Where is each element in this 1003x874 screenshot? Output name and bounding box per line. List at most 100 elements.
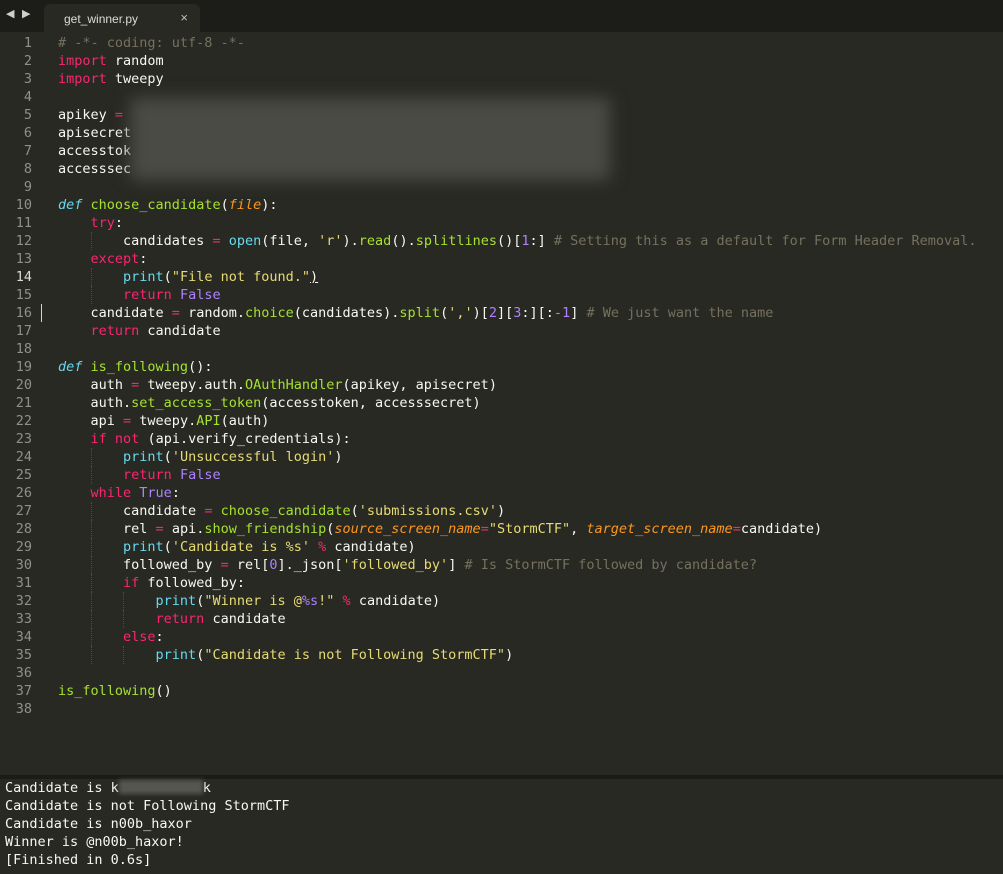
code-line[interactable]: print('Unsuccessful login') bbox=[58, 448, 342, 466]
code-line[interactable]: import random bbox=[58, 52, 164, 70]
code-token: apikey bbox=[58, 107, 115, 123]
code-line[interactable]: except: bbox=[58, 250, 148, 268]
code-token: False bbox=[179, 287, 221, 303]
modified-line-marker bbox=[41, 304, 42, 322]
code-token: "Winner is @ bbox=[204, 593, 302, 609]
console-line: Candidate is not Following StormCTF bbox=[5, 798, 290, 814]
code-token: ',' bbox=[448, 305, 473, 321]
code-token: (file, bbox=[261, 233, 319, 249]
code-line[interactable]: candidate = random.choice(candidates).sp… bbox=[58, 304, 774, 322]
code-line[interactable]: candidate = choose_candidate('submission… bbox=[58, 502, 505, 520]
code-line[interactable]: rel = api.show_friendship(source_screen_… bbox=[58, 520, 822, 538]
code-line[interactable]: print("Winner is @%s!" % candidate) bbox=[58, 592, 441, 610]
line-number: 4 bbox=[23, 89, 32, 105]
code-token: candidate) bbox=[350, 593, 441, 609]
code-line[interactable]: apikey = bbox=[58, 106, 123, 124]
code-token: rel bbox=[58, 521, 156, 537]
code-token: (auth) bbox=[220, 413, 270, 429]
code-line[interactable]: print("File not found.") bbox=[58, 268, 318, 286]
code-token: show_friendship bbox=[204, 521, 327, 537]
line-number: 20 bbox=[15, 377, 32, 393]
code-line[interactable]: return False bbox=[58, 466, 221, 484]
code-line[interactable]: followed_by = rel[0]._json['followed_by'… bbox=[58, 556, 757, 574]
code-token: = bbox=[732, 521, 741, 537]
code-line[interactable]: # -*- coding: utf-8 -*- bbox=[58, 34, 245, 52]
code-token: split bbox=[399, 305, 441, 321]
tab-nav-arrows-icon[interactable]: ◀ ▶ bbox=[6, 7, 32, 20]
console-line: Candidate is n00b_haxor bbox=[5, 816, 192, 832]
code-token: ] bbox=[570, 305, 587, 321]
line-number: 15 bbox=[15, 287, 32, 303]
code-line[interactable]: auth.set_access_token(accesstoken, acces… bbox=[58, 394, 481, 412]
code-token: 'followed_by' bbox=[342, 557, 449, 573]
code-line[interactable]: while True: bbox=[58, 484, 180, 502]
code-token: : bbox=[114, 215, 124, 231]
line-number: 34 bbox=[15, 629, 32, 645]
tab-get-winner[interactable]: get_winner.py × bbox=[44, 4, 200, 32]
code-line[interactable]: auth = tweepy.auth.OAuthHandler(apikey, … bbox=[58, 376, 497, 394]
code-token: try bbox=[90, 215, 115, 231]
code-token: :] bbox=[529, 233, 554, 249]
code-token: except bbox=[90, 251, 140, 267]
code-line[interactable]: accesstok bbox=[58, 142, 131, 160]
code-line[interactable]: print('Candidate is %s' % candidate) bbox=[58, 538, 416, 556]
code-line[interactable]: else: bbox=[58, 628, 164, 646]
code-line[interactable]: def choose_candidate(file): bbox=[58, 196, 278, 214]
code-token: ( bbox=[350, 503, 359, 519]
code-line[interactable]: is_following() bbox=[58, 682, 172, 700]
code-token: return bbox=[123, 287, 172, 303]
code-token: read bbox=[358, 233, 392, 249]
line-number: 2 bbox=[23, 53, 32, 69]
code-token: print bbox=[123, 539, 164, 555]
code-token: , bbox=[570, 521, 587, 537]
code-token: = bbox=[480, 521, 489, 537]
code-token: def bbox=[58, 197, 83, 213]
code-token: = bbox=[171, 305, 180, 321]
line-number: 3 bbox=[23, 71, 32, 87]
code-token: ( bbox=[163, 269, 172, 285]
code-token: ()[ bbox=[496, 233, 522, 249]
code-token: candidate bbox=[58, 503, 205, 519]
code-token: print bbox=[123, 269, 164, 285]
code-token: # Setting this as a default for Form Hea… bbox=[553, 233, 977, 249]
code-token: :][: bbox=[521, 305, 554, 321]
code-line[interactable]: accesssec bbox=[58, 160, 131, 178]
code-line[interactable]: return candidate bbox=[58, 322, 221, 340]
code-token: (): bbox=[188, 359, 213, 375]
line-number: 10 bbox=[15, 197, 32, 213]
line-number: 29 bbox=[15, 539, 32, 555]
code-line[interactable]: return False bbox=[58, 286, 221, 304]
line-number: 14 bbox=[15, 269, 32, 285]
tab-title: get_winner.py bbox=[64, 12, 139, 26]
code-line[interactable]: apisecret bbox=[58, 124, 131, 142]
code-token: rel[ bbox=[228, 557, 270, 573]
code-token: is_following bbox=[90, 359, 189, 375]
line-number: 28 bbox=[15, 521, 32, 537]
code-line[interactable]: return candidate bbox=[58, 610, 286, 628]
code-line[interactable]: if not (api.verify_credentials): bbox=[58, 430, 351, 448]
code-token: = bbox=[220, 557, 229, 573]
code-editor[interactable]: 1 2 3 4 5 6 7 8 9 10 11 12 13 14 15 16 17 18 19 20 21 22 23 24 2… bbox=[0, 32, 1003, 775]
code-token: () bbox=[155, 683, 172, 699]
code-line[interactable]: api = tweepy.API(auth) bbox=[58, 412, 270, 430]
close-icon[interactable]: × bbox=[180, 10, 188, 25]
code-token: 1 bbox=[521, 233, 530, 249]
code-line[interactable]: if followed_by: bbox=[58, 574, 245, 592]
code-line[interactable]: def is_following(): bbox=[58, 358, 212, 376]
code-line[interactable]: try: bbox=[58, 214, 124, 232]
code-token: # Is StormCTF followed by candidate? bbox=[464, 557, 758, 573]
line-number: 1 bbox=[23, 35, 32, 51]
line-number: 30 bbox=[15, 557, 32, 573]
code-line[interactable]: candidates = open(file, 'r').read().spli… bbox=[58, 232, 977, 250]
code-line[interactable]: print("Candidate is not Following StormC… bbox=[58, 646, 514, 664]
output-console[interactable]: Candidate is k k Candidate is not Followi… bbox=[0, 779, 1003, 874]
code-token: candidate) bbox=[326, 539, 416, 555]
tab-bar: ◀ ▶ get_winner.py × bbox=[0, 0, 1003, 32]
code-line[interactable]: import tweepy bbox=[58, 70, 164, 88]
